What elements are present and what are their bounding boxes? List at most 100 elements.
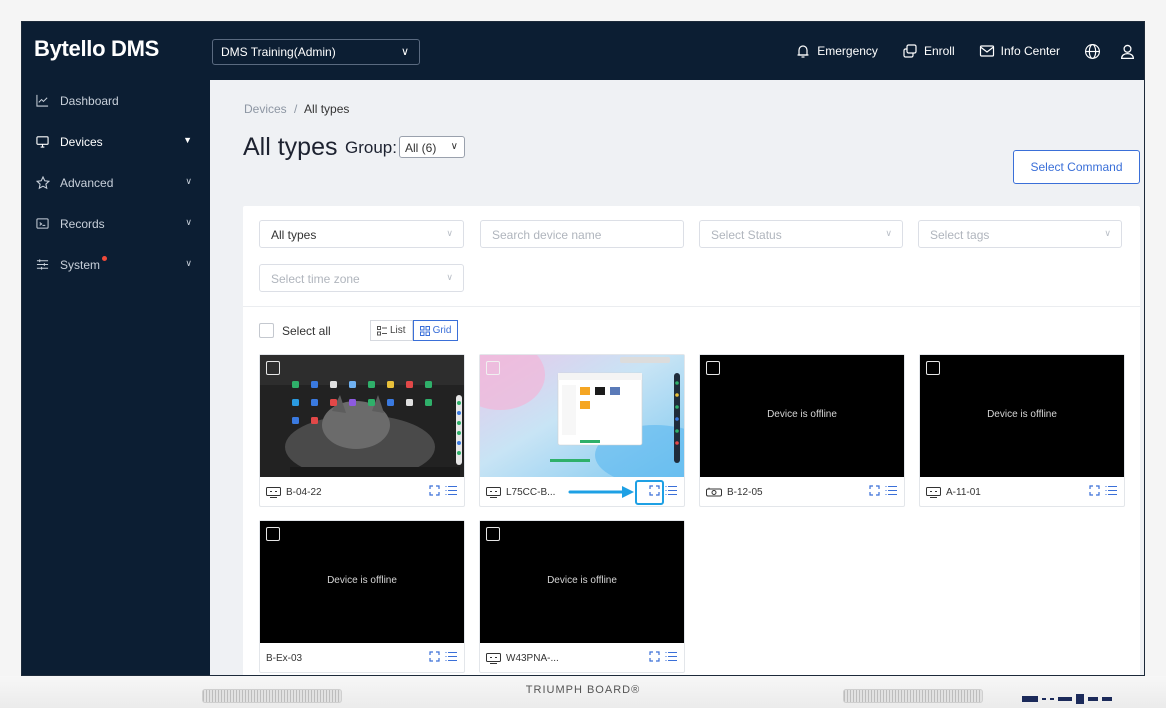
list-icon: [377, 325, 387, 335]
list-view-button[interactable]: List: [370, 320, 413, 341]
chart-line-icon: [36, 94, 54, 107]
device-screenshot: Device is offline: [920, 355, 1124, 477]
tags-filter-select[interactable]: Select tags ∨: [918, 220, 1122, 248]
device-screenshot[interactable]: [260, 355, 464, 477]
sidebar-item-label: Advanced: [60, 175, 114, 190]
devices-panel: All types ∨ Search device name Select St…: [243, 206, 1140, 675]
sidebar-item-label: Records: [60, 216, 105, 231]
device-screenshot: Device is offline: [700, 355, 904, 477]
language-button[interactable]: [1084, 43, 1101, 60]
sidebar-item-label: System: [60, 257, 101, 272]
menu-list-icon[interactable]: [1105, 485, 1117, 496]
device-screenshot: Device is offline: [480, 521, 684, 643]
device-card-footer: A-11-01: [920, 477, 1124, 507]
device-checkbox[interactable]: [486, 361, 500, 375]
select-all-checkbox[interactable]: [259, 323, 274, 338]
top-bar: Bytello DMS DMS Training(Admin) ∨ Emerge…: [22, 22, 1144, 80]
chevron-down-icon: ∨: [185, 217, 192, 227]
group-label: Group:: [345, 138, 397, 157]
sidebar-item-dashboard[interactable]: Dashboard: [22, 80, 210, 121]
board-brand: TRIUMPH BOARD®: [525, 684, 641, 696]
chevron-down-icon: ∨: [450, 141, 458, 152]
device-name: B-Ex-03: [266, 652, 303, 664]
app-logo: Bytello DMS: [34, 36, 160, 61]
menu-list-icon[interactable]: [665, 651, 677, 662]
page-title: All types: [243, 133, 338, 161]
sidebar: Dashboard Devices ▼ Advanced ∨ Records ∨…: [22, 80, 210, 675]
device-checkbox[interactable]: [926, 361, 940, 375]
chevron-down-icon: ∨: [446, 272, 453, 282]
sidebar-item-system[interactable]: System ∨: [22, 244, 210, 285]
sidebar-item-records[interactable]: Records ∨: [22, 203, 210, 244]
device-checkbox[interactable]: [266, 361, 280, 375]
device-card-footer: W43PNA-...: [480, 643, 684, 673]
user-menu-button[interactable]: [1119, 43, 1136, 60]
annotation-arrow-icon: [568, 486, 634, 498]
divider: [243, 306, 1140, 307]
user-icon: [1121, 44, 1134, 59]
grid-view-button[interactable]: Grid: [412, 320, 459, 341]
select-all-label[interactable]: Select all: [282, 324, 331, 338]
timezone-filter-select[interactable]: Select time zone ∨: [259, 264, 464, 292]
board-frame: Bytello DMS DMS Training(Admin) ∨ Emerge…: [0, 0, 1166, 708]
offline-message: Device is offline: [327, 575, 397, 586]
type-filter-select[interactable]: All types ∨: [259, 220, 464, 248]
device-card-footer: B-Ex-03: [260, 643, 464, 673]
device-checkbox[interactable]: [486, 527, 500, 541]
device-checkbox[interactable]: [706, 361, 720, 375]
device-card[interactable]: Device is offline A-11-01: [919, 354, 1125, 507]
device-name: A-11-01: [946, 486, 981, 498]
emergency-button[interactable]: Emergency: [795, 43, 878, 59]
breadcrumb-parent[interactable]: Devices: [244, 102, 287, 116]
sidebar-item-label: Devices: [60, 134, 103, 149]
sidebar-item-devices[interactable]: Devices ▼: [22, 121, 210, 162]
view-toggle: List Grid: [370, 320, 459, 341]
fullscreen-icon[interactable]: [429, 651, 440, 662]
sidebar-item-advanced[interactable]: Advanced ∨: [22, 162, 210, 203]
display-device-icon: [486, 486, 501, 498]
type-filter-value: All types: [271, 228, 317, 242]
device-screenshot[interactable]: [480, 355, 684, 477]
device-card[interactable]: Device is offline W43PNA-...: [479, 520, 685, 673]
screen: Bytello DMS DMS Training(Admin) ∨ Emerge…: [21, 21, 1145, 676]
device-card[interactable]: L75CC-B...: [479, 354, 685, 507]
fullscreen-icon[interactable]: [429, 485, 440, 496]
device-checkbox[interactable]: [266, 527, 280, 541]
menu-list-icon[interactable]: [445, 651, 457, 662]
fullscreen-icon[interactable]: [649, 651, 660, 662]
search-input[interactable]: Search device name: [480, 220, 684, 248]
info-center-label: Info Center: [1000, 44, 1060, 58]
fullscreen-icon[interactable]: [1089, 485, 1100, 496]
sidebar-item-label: Dashboard: [60, 93, 119, 108]
menu-list-icon[interactable]: [885, 485, 897, 496]
display-device-icon: [486, 652, 501, 664]
enroll-icon: [903, 44, 917, 58]
menu-list-icon[interactable]: [665, 485, 677, 496]
chevron-down-icon: ∨: [885, 228, 892, 238]
chevron-down-icon: ▼: [183, 135, 192, 145]
offline-message: Device is offline: [547, 575, 617, 586]
info-center-button[interactable]: Info Center: [979, 43, 1060, 59]
board-bezel: TRIUMPH BOARD®: [0, 676, 1166, 708]
chevron-down-icon: ∨: [185, 258, 192, 268]
enroll-button[interactable]: Enroll: [902, 43, 955, 59]
device-card[interactable]: Device is offline B-12-05: [699, 354, 905, 507]
device-card[interactable]: Device is offline B-Ex-03: [259, 520, 465, 673]
emergency-label: Emergency: [817, 44, 878, 58]
group-select-value: All (6): [405, 141, 437, 155]
timezone-filter-placeholder: Select time zone: [271, 272, 360, 286]
select-command-button[interactable]: Select Command: [1013, 150, 1140, 184]
tags-filter-placeholder: Select tags: [930, 228, 990, 242]
fullscreen-icon[interactable]: [869, 485, 880, 496]
group-select[interactable]: All (6) ∨: [399, 136, 465, 158]
organization-select[interactable]: DMS Training(Admin) ∨: [212, 39, 420, 65]
organization-select-value: DMS Training(Admin): [221, 45, 336, 59]
status-filter-select[interactable]: Select Status ∨: [699, 220, 903, 248]
breadcrumb: Devices / All types: [244, 102, 349, 116]
grid-view-label: Grid: [432, 325, 452, 336]
menu-list-icon[interactable]: [445, 485, 457, 496]
device-card[interactable]: B-04-22: [259, 354, 465, 507]
display-device-icon: [266, 486, 281, 498]
chevron-down-icon: ∨: [1104, 228, 1111, 238]
globe-icon: [1085, 43, 1100, 59]
